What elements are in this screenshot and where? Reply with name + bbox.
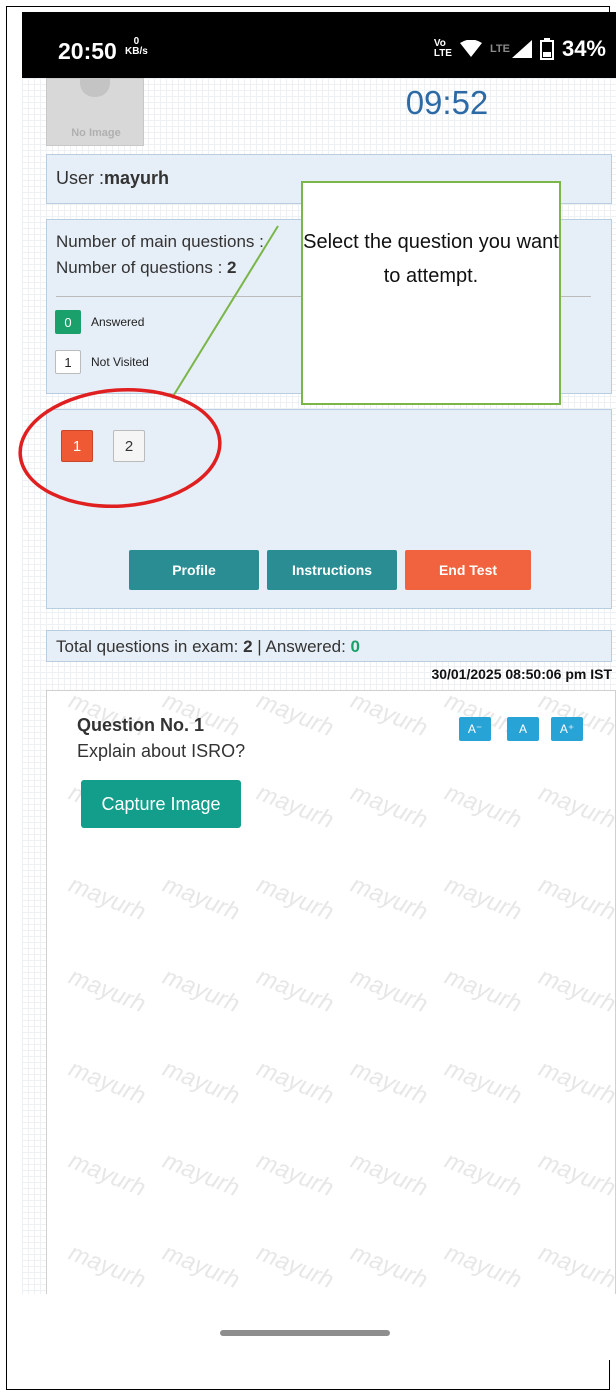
totals-bar: Total questions in exam: 2 | Answered: 0: [46, 630, 612, 662]
watermark-text: mayurh: [441, 1147, 526, 1203]
questions-count: 2: [227, 258, 237, 277]
watermark-text: mayurh: [253, 871, 338, 927]
font-normal-button[interactable]: A: [507, 717, 539, 741]
watermark-text: mayurh: [535, 779, 616, 835]
watermark-text: mayurh: [441, 779, 526, 835]
watermark-text: mayurh: [347, 963, 432, 1019]
watermark-text: mayurh: [441, 963, 526, 1019]
watermark-text: mayurh: [253, 1239, 338, 1295]
answered-count-badge: 0: [55, 310, 81, 334]
main-questions-label: Number of main questions :: [56, 232, 264, 251]
legend-answered: 0 Answered: [55, 310, 144, 334]
watermark-text: mayurh: [535, 1239, 616, 1295]
instructions-button[interactable]: Instructions: [267, 550, 397, 590]
question-title: Question No. 1: [77, 715, 205, 735]
watermark-text: mayurh: [347, 871, 432, 927]
watermark-text: mayurh: [441, 871, 526, 927]
question-palette-panel: 1 2 Profile Instructions End Test: [46, 409, 612, 609]
question-card: mayurh mayurh mayurh mayurh mayurh mayurh mayu…: [46, 690, 616, 1360]
document-frame: 20:50 0 KB/s Vo LTE LTE 34% No Image 09:5…: [0, 0, 616, 1396]
watermark-text: mayurh: [535, 963, 616, 1019]
speed-unit: KB/s: [125, 46, 148, 57]
watermark-text: mayurh: [347, 1147, 432, 1203]
watermark-text: mayurh: [65, 1239, 150, 1295]
profile-button[interactable]: Profile: [129, 550, 259, 590]
not-visited-count-badge: 1: [55, 350, 81, 374]
watermark-text: mayurh: [347, 779, 432, 835]
watermark-text: mayurh: [159, 963, 244, 1019]
legend-not-visited: 1 Not Visited: [55, 350, 149, 374]
annotation-callout: Select the question you want to attempt.: [301, 181, 561, 405]
question-button-2[interactable]: 2: [113, 430, 145, 462]
watermark-text: mayurh: [65, 1147, 150, 1203]
watermark-text: mayurh: [159, 871, 244, 927]
user-name: mayurh: [104, 168, 170, 188]
watermark-text: mayurh: [535, 871, 616, 927]
watermark-text: mayurh: [535, 1055, 616, 1111]
battery-icon: [539, 38, 554, 60]
capture-image-button[interactable]: Capture Image: [81, 780, 241, 828]
questions-label: Number of questions :: [56, 258, 223, 277]
watermark-text: mayurh: [65, 871, 150, 927]
network-speed: 0 KB/s: [125, 37, 148, 57]
totals-prefix: Total questions in exam:: [56, 637, 244, 656]
font-decrease-button[interactable]: A⁻: [459, 717, 491, 741]
watermark-text: mayurh: [65, 963, 150, 1019]
avatar-icon: [80, 78, 110, 97]
totals-total: 2: [243, 637, 253, 656]
signal-icon: [511, 40, 532, 58]
exam-datetime: 30/01/2025 08:50:06 pm IST: [431, 666, 612, 682]
user-label: User :: [56, 168, 105, 188]
watermark-text: mayurh: [159, 1147, 244, 1203]
question-text: Explain about ISRO?: [77, 741, 246, 761]
watermark-text: mayurh: [253, 1055, 338, 1111]
status-bar: 20:50 0 KB/s Vo LTE LTE 34%: [22, 12, 616, 78]
watermark-text: mayurh: [347, 1239, 432, 1295]
watermark-text: mayurh: [441, 1239, 526, 1295]
watermark-text: mayurh: [441, 1055, 526, 1111]
watermark-text: mayurh: [253, 963, 338, 1019]
watermark-text: mayurh: [347, 1055, 432, 1111]
watermark-text: mayurh: [159, 1239, 244, 1295]
watermark-text: mayurh: [347, 690, 432, 743]
wifi-icon: [459, 40, 482, 57]
battery-percent: 34%: [561, 36, 606, 61]
android-nav-bar: [22, 1294, 616, 1360]
totals-mid: | Answered:: [252, 637, 351, 656]
end-test-button[interactable]: End Test: [405, 550, 531, 590]
watermark-text: mayurh: [535, 1147, 616, 1203]
watermark-text: mayurh: [65, 1055, 150, 1111]
no-image-label: No Image: [71, 127, 121, 139]
status-icons: Vo LTE LTE 34%: [434, 36, 606, 62]
lte-label: LTE: [489, 43, 510, 55]
volte-icon: Vo LTE: [433, 38, 452, 59]
status-time: 20:50: [58, 38, 117, 64]
watermark-text: mayurh: [253, 690, 338, 743]
watermark-text: mayurh: [159, 1055, 244, 1111]
candidate-photo: No Image: [46, 78, 144, 146]
font-increase-button[interactable]: A⁺: [551, 717, 583, 741]
answered-label: Answered: [91, 315, 145, 329]
question-button-1[interactable]: 1: [61, 430, 93, 462]
home-indicator[interactable]: [220, 1330, 390, 1336]
watermark-text: mayurh: [253, 779, 338, 835]
exam-timer: 09:52: [405, 84, 489, 121]
not-visited-label: Not Visited: [91, 355, 149, 369]
totals-answered: 0: [350, 637, 361, 656]
watermark-text: mayurh: [253, 1147, 338, 1203]
